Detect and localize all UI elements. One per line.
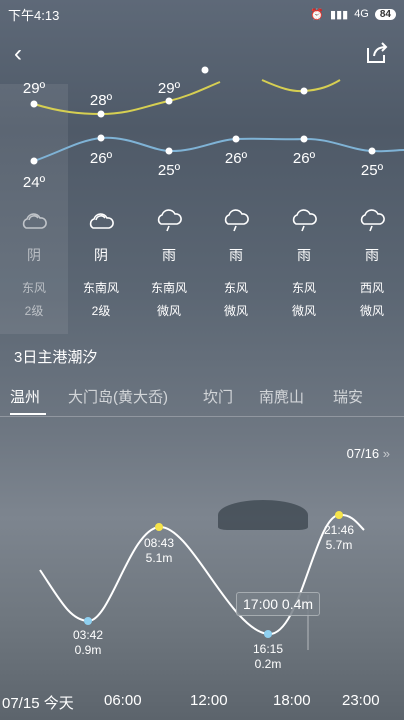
tide-curve: [39, 513, 365, 636]
high-tide-dot: [155, 523, 163, 531]
tide-height: 5.7m: [325, 538, 353, 552]
forecast-day[interactable]: 阴 东风 2级: [0, 208, 68, 319]
wind-level: 微风: [291, 304, 316, 318]
tide-point-label: 16:15 0.2m: [253, 642, 283, 672]
tide-height: 5.1m: [145, 551, 173, 565]
tide-time: 21:46: [323, 523, 355, 537]
rain-icon: [224, 209, 249, 232]
next-day-link[interactable]: 07/16 »: [347, 446, 390, 461]
rain-icon: [360, 209, 385, 232]
weather-text: 雨: [365, 247, 379, 263]
alarm-icon: ⏰: [310, 8, 325, 21]
weather-text: 阴: [94, 247, 108, 263]
wind-direction: 东南风: [150, 281, 187, 295]
weather-text: 雨: [297, 247, 311, 263]
wind-direction: 东南风: [82, 281, 119, 295]
weather-text: 雨: [229, 247, 243, 263]
tide-time: 03:42: [72, 628, 104, 642]
forecast-day[interactable]: 雨 东风 微风: [202, 208, 270, 319]
wind-level: 2级: [24, 304, 44, 318]
tide-tooltip: 17:00 0.4m: [236, 592, 321, 616]
high-temp-dot: [300, 87, 308, 95]
signal-icon: ▮▮▮: [330, 8, 349, 21]
low-tide-dot: [84, 617, 92, 625]
cloudy-icon: [89, 213, 114, 229]
tide-point-label: 08:43 5.1m: [144, 536, 174, 566]
high-temp-label: 29º: [157, 80, 181, 97]
axis-label-today: 07/15 今天: [2, 695, 74, 712]
network-type: 4G: [354, 8, 369, 20]
axis-label: 12:00: [190, 692, 228, 709]
status-bar: 下午4:13 ⏰ ▮▮▮ 4G 84: [0, 0, 404, 28]
battery-badge: 84: [374, 8, 396, 20]
high-temp-dot: [201, 66, 209, 74]
axis-label: 23:00: [342, 692, 380, 709]
wind-direction: 西风: [359, 281, 384, 295]
low-temp-label: 26º: [224, 150, 248, 167]
forecast-day[interactable]: 阴 东南风 2级: [67, 208, 135, 319]
weather-text: 雨: [162, 247, 176, 263]
tide-point-label: 21:46 5.7m: [324, 523, 354, 553]
port-tabs: 温州 大门岛(黄大岙) 坎门 南麂山 瑞安: [0, 380, 404, 417]
cloudy-icon: [22, 213, 47, 229]
status-time: 下午4:13: [8, 7, 60, 23]
wind-level: 微风: [156, 304, 181, 318]
low-temp-dot: [368, 147, 376, 155]
low-tide-dot: [264, 630, 272, 638]
tab-kanmen[interactable]: 坎门: [203, 386, 233, 407]
tide-section-title: 3日主港潮汐: [14, 349, 98, 366]
tab-ruian[interactable]: 瑞安: [333, 386, 363, 407]
low-temp-dot: [232, 135, 240, 143]
double-chevron-right-icon: »: [382, 446, 390, 461]
tab-damendao[interactable]: 大门岛(黄大岙): [68, 386, 168, 407]
wind-direction: 东风: [21, 281, 46, 295]
rain-icon: [157, 209, 182, 232]
next-date-label: 07/16: [346, 446, 380, 461]
forecast-day[interactable]: 雨 东南风 微风: [135, 208, 203, 319]
wind-direction: 东风: [291, 281, 316, 295]
low-temp-dot: [30, 157, 38, 165]
high-temp-dot: [165, 97, 173, 105]
high-temp-dot: [30, 100, 38, 108]
low-temp-label: 24º: [22, 174, 46, 191]
high-tide-dot: [335, 511, 343, 519]
temperature-chart: [30, 66, 404, 165]
tide-time: 08:43: [143, 536, 175, 550]
low-temp-label: 26º: [89, 150, 113, 167]
active-tab-indicator: [10, 413, 46, 415]
status-icons: ⏰ ▮▮▮ 4G 84: [310, 8, 396, 21]
tab-nanjishan[interactable]: 南麂山: [259, 386, 304, 407]
wind-level: 微风: [223, 304, 248, 318]
tide-height: 0.2m: [254, 657, 282, 671]
low-temp-label: 25º: [157, 162, 181, 179]
wind-level: 2级: [91, 304, 111, 318]
high-temp-line: [33, 81, 221, 116]
tide-height: 0.9m: [74, 643, 102, 657]
high-temp-label: 29º: [22, 80, 46, 97]
high-temp-dot: [97, 110, 105, 118]
tide-point-label: 03:42 0.9m: [73, 628, 103, 658]
time-axis: 07/15 今天 06:00 12:00 18:00 23:00: [0, 690, 404, 714]
wind-level: 微风: [359, 304, 384, 318]
low-temp-label: 26º: [292, 150, 316, 167]
rain-icon: [292, 209, 317, 232]
axis-label: 06:00: [104, 692, 142, 709]
high-temp-label: 28º: [89, 92, 113, 109]
tide-time: 16:15: [252, 642, 284, 656]
tab-wenzhou[interactable]: 温州: [10, 386, 40, 407]
low-temp-dot: [97, 134, 105, 142]
low-temp-dot: [165, 147, 173, 155]
axis-label: 18:00: [273, 692, 311, 709]
weather-text: 阴: [27, 247, 41, 263]
forecast-day[interactable]: 雨 东风 微风: [270, 208, 338, 319]
low-temp-label: 25º: [360, 162, 384, 179]
forecast-day[interactable]: 雨 西风 微风: [338, 208, 404, 319]
wind-direction: 东风: [223, 281, 248, 295]
low-temp-dot: [300, 135, 308, 143]
